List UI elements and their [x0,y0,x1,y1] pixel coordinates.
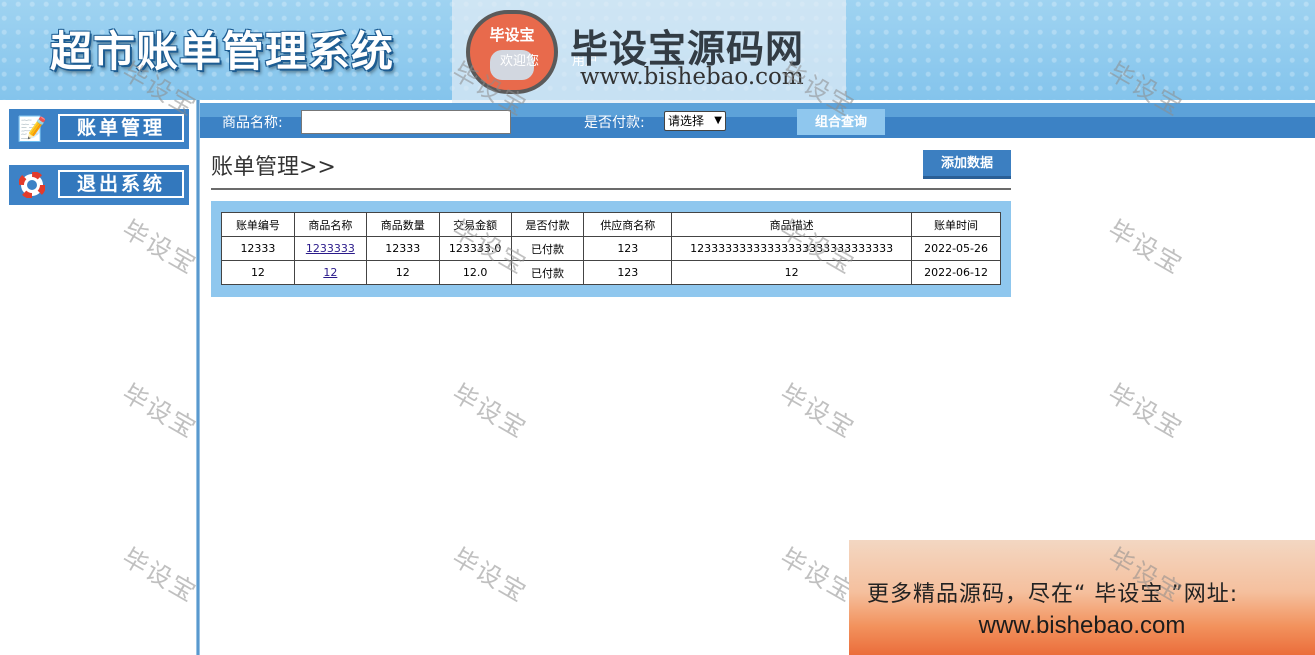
product-name-label: 商品名称: [222,115,283,131]
product-name-cell: 1233333 [293,236,367,261]
logo-url: www.bishebao.com [580,64,804,90]
chevron-down-icon: ▼ [714,115,722,126]
promo-banner: 更多精品源码，尽在“ 毕设宝 ”网址: www.bishebao.com [849,540,1315,655]
sidebar-item-bill-management[interactable]: 📝 账单管理 [9,109,189,149]
paid-label: 是否付款: [584,115,645,131]
quantity-cell: 12 [365,260,440,285]
supplier-cell: 123 [583,236,673,261]
bill-table: 账单编号 商品名称 商品数量 交易金额 是否付款 供应商名称 商品描述 账单时间… [221,212,1001,285]
watermark: 毕设宝 [1103,214,1189,281]
table-row: 12333 1233333 12333 123333.0 已付款 123 123… [221,236,1001,261]
amount-cell: 12.0 [438,260,512,285]
edit-note-icon: 📝 [17,115,47,143]
combined-query-button[interactable]: 组合查询 [797,109,885,135]
logo-badge-text: 毕设宝 [489,26,535,44]
bill-date-cell: 2022-06-12 [911,260,1001,285]
bill-date-cell: 2022-05-26 [911,236,1001,261]
column-header: 账单编号 [221,212,295,237]
add-data-button[interactable]: 添加数据 [923,150,1011,179]
watermark: 毕设宝 [447,378,533,445]
description-cell: 12 [671,260,913,285]
product-name-link[interactable]: 12 [323,266,337,279]
column-header: 是否付款 [510,212,585,237]
bill-id-cell: 12 [221,260,295,285]
lifebuoy-icon [17,171,47,199]
watermark: 毕设宝 [775,378,861,445]
app-title: 超市账单管理系统 [50,27,395,76]
welcome-text: 欢迎您 [500,54,540,69]
title-divider [211,188,1011,190]
product-name-cell: 12 [293,260,367,285]
sidebar: 📝 账单管理 退出系统 [0,100,196,655]
sidebar-item-label: 账单管理 [58,114,184,142]
column-header: 商品名称 [293,212,367,237]
logo-watermark: 毕设宝 欢迎您 用户 毕设宝源码网 www.bishebao.com [452,0,846,103]
quantity-cell: 12333 [365,236,440,261]
paid-status-cell: 已付款 [510,260,585,285]
paid-status-cell: 已付款 [510,236,585,261]
page-title: 账单管理>> [211,155,336,180]
sidebar-item-label: 退出系统 [58,170,184,198]
sidebar-item-logout[interactable]: 退出系统 [9,165,189,205]
table-header-row: 账单编号 商品名称 商品数量 交易金额 是否付款 供应商名称 商品描述 账单时间 [221,212,1001,237]
column-header: 交易金额 [438,212,512,237]
watermark: 毕设宝 [1103,378,1189,445]
promo-text: 更多精品源码，尽在“ 毕设宝 ”网址: [867,582,1239,607]
description-cell: 12333333333333333333333333333 [671,236,913,261]
column-header: 账单时间 [911,212,1001,237]
bill-id-cell: 12333 [221,236,295,261]
promo-url: www.bishebao.com [978,612,1186,639]
amount-cell: 123333.0 [438,236,512,261]
table-row: 12 12 12 12.0 已付款 123 12 2022-06-12 [221,260,1001,285]
product-name-input[interactable] [301,110,511,134]
column-header: 商品描述 [671,212,913,237]
sidebar-divider [196,100,200,655]
watermark: 毕设宝 [447,542,533,609]
product-name-link[interactable]: 1233333 [306,242,355,255]
paid-select-value: 请选择 [668,114,705,128]
paid-select[interactable]: 请选择 ▼ [664,111,726,131]
search-bar: 商品名称: 是否付款: 请选择 ▼ 组合查询 [200,103,1315,138]
supplier-cell: 123 [583,260,673,285]
column-header: 商品数量 [365,212,440,237]
column-header: 供应商名称 [583,212,673,237]
